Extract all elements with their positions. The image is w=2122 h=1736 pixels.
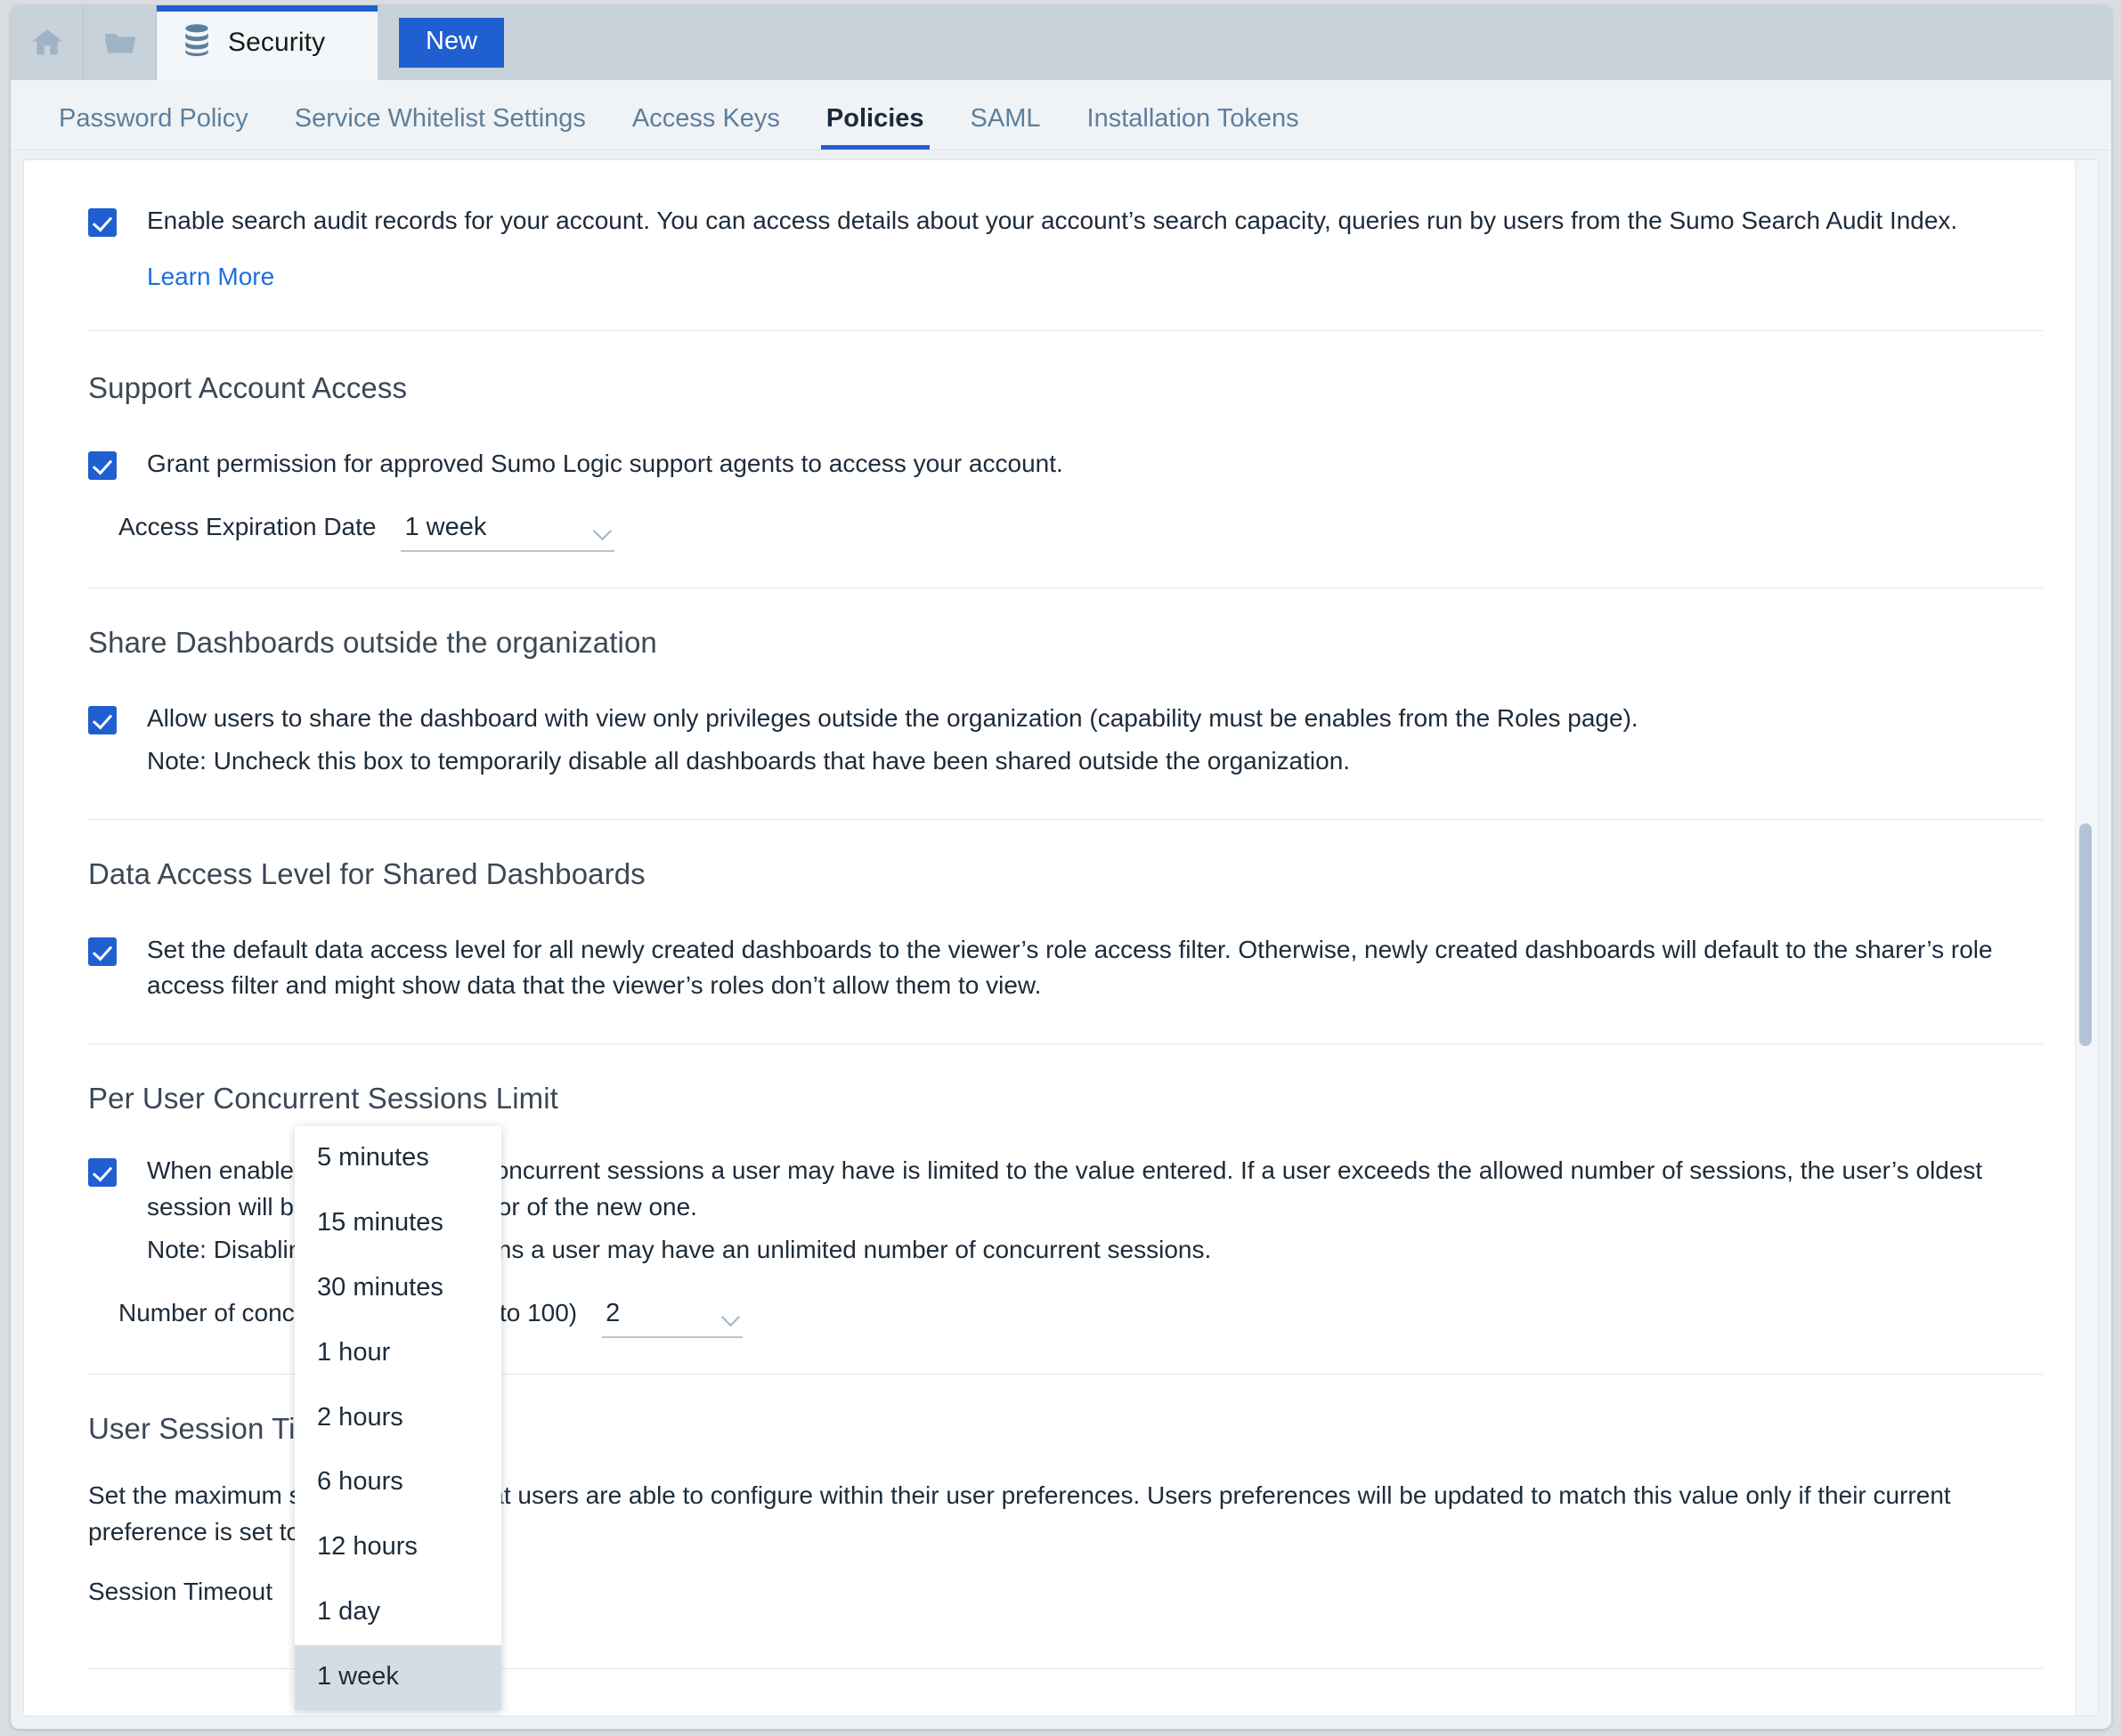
access-expiration-field: Access Expiration Date 1 week bbox=[88, 513, 2043, 552]
dropdown-option[interactable]: 15 minutes bbox=[295, 1191, 501, 1256]
support-account-access-checkbox[interactable] bbox=[88, 451, 117, 480]
home-button[interactable] bbox=[11, 5, 84, 80]
dropdown-option[interactable]: 30 minutes bbox=[295, 1256, 501, 1321]
access-expiration-select[interactable]: 1 week bbox=[401, 513, 614, 552]
concurrent-sessions-select[interactable]: 2 bbox=[602, 1299, 743, 1338]
support-account-access-text: Grant permission for approved Sumo Logic… bbox=[147, 446, 1063, 483]
folder-button[interactable] bbox=[84, 5, 157, 80]
session-timeout-dropdown-menu[interactable]: 5 minutes 15 minutes 30 minutes 1 hour 2… bbox=[295, 1126, 501, 1710]
subtab-service-whitelist-settings[interactable]: Service Whitelist Settings bbox=[272, 104, 609, 150]
subtab-policies[interactable]: Policies bbox=[803, 104, 947, 150]
concurrent-sessions-title: Per User Concurrent Sessions Limit bbox=[88, 1082, 2043, 1115]
access-expiration-value: 1 week bbox=[404, 513, 486, 541]
vertical-scrollbar-thumb[interactable] bbox=[2079, 823, 2092, 1046]
share-dashboards-note: Note: Uncheck this box to temporarily di… bbox=[147, 743, 1638, 780]
home-icon bbox=[29, 25, 65, 61]
data-access-level-title: Data Access Level for Shared Dashboards bbox=[88, 857, 2043, 891]
tab-security-label: Security bbox=[228, 28, 325, 58]
share-dashboards-row: Allow users to share the dashboard with … bbox=[88, 701, 2043, 780]
learn-more-link[interactable]: Learn More bbox=[147, 263, 1957, 291]
subtab-installation-tokens[interactable]: Installation Tokens bbox=[1064, 104, 1322, 150]
subtab-password-policy[interactable]: Password Policy bbox=[36, 104, 272, 150]
concurrent-sessions-value: 2 bbox=[606, 1299, 620, 1327]
subtab-saml[interactable]: SAML bbox=[947, 104, 1064, 150]
new-button[interactable]: New bbox=[399, 18, 504, 68]
subtab-access-keys[interactable]: Access Keys bbox=[609, 104, 803, 150]
support-account-access-title: Support Account Access bbox=[88, 371, 2043, 405]
concurrent-sessions-checkbox[interactable] bbox=[88, 1158, 117, 1187]
dropdown-option[interactable]: 6 hours bbox=[295, 1450, 501, 1515]
share-dashboards-checkbox[interactable] bbox=[88, 706, 117, 734]
search-audit-row: Enable search audit records for your acc… bbox=[88, 203, 2043, 291]
session-timeout-label: Session Timeout bbox=[88, 1578, 272, 1606]
content-area: Enable search audit records for your acc… bbox=[11, 150, 2111, 1729]
dropdown-option[interactable]: 2 hours bbox=[295, 1386, 501, 1451]
dropdown-option[interactable]: 1 hour bbox=[295, 1321, 501, 1386]
data-access-level-row: Set the default data access level for al… bbox=[88, 932, 2043, 1005]
tab-security[interactable]: Security bbox=[157, 5, 378, 80]
policies-panel: Enable search audit records for your acc… bbox=[23, 159, 2099, 1716]
folder-icon bbox=[102, 25, 138, 61]
dropdown-option[interactable]: 5 minutes bbox=[295, 1126, 501, 1191]
access-expiration-label: Access Expiration Date bbox=[118, 513, 376, 541]
dropdown-option-selected[interactable]: 1 week bbox=[295, 1645, 501, 1710]
dropdown-option[interactable]: 12 hours bbox=[295, 1515, 501, 1580]
chevron-down-icon bbox=[721, 1308, 740, 1326]
share-dashboards-title: Share Dashboards outside the organizatio… bbox=[88, 626, 2043, 660]
dropdown-option[interactable]: 1 day bbox=[295, 1580, 501, 1645]
browser-tab-strip: Security New bbox=[11, 5, 2111, 80]
database-stack-icon bbox=[182, 23, 212, 63]
search-audit-checkbox[interactable] bbox=[88, 208, 117, 237]
support-account-access-row: Grant permission for approved Sumo Logic… bbox=[88, 446, 2043, 483]
vertical-scrollbar-track[interactable] bbox=[2075, 160, 2098, 1716]
application-window: Security New Password Policy Service Whi… bbox=[11, 5, 2111, 1729]
search-audit-text: Enable search audit records for your acc… bbox=[147, 203, 1957, 239]
data-access-level-checkbox[interactable] bbox=[88, 937, 117, 966]
settings-subtab-bar: Password Policy Service Whitelist Settin… bbox=[11, 80, 2111, 150]
share-dashboards-text: Allow users to share the dashboard with … bbox=[147, 701, 1638, 737]
data-access-level-text: Set the default data access level for al… bbox=[147, 932, 2043, 1005]
chevron-down-icon bbox=[593, 522, 612, 540]
